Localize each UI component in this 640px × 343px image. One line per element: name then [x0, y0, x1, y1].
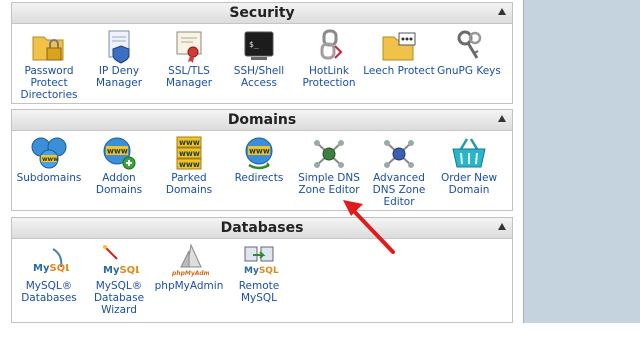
databases-header[interactable]: Databases	[12, 218, 512, 239]
ip-deny-manager-item[interactable]: IP Deny Manager	[82, 24, 156, 89]
gnupg-keys-item[interactable]: GnuPG Keys	[432, 24, 506, 77]
www-add-icon: www	[103, 137, 136, 170]
svg-text:www: www	[249, 147, 270, 156]
security-title: Security	[229, 5, 295, 21]
parked-domains-item[interactable]: www www www Parked Domains	[152, 131, 226, 196]
mysql-databases-item[interactable]: MySQL MySQL® Databases	[12, 239, 86, 304]
svg-text:phpMyAdmin: phpMyAdmin	[171, 270, 209, 277]
svg-text:www: www	[107, 147, 128, 156]
ssh-shell-access-item[interactable]: $_ SSH/Shell Access	[222, 24, 296, 89]
security-panel: Security Password Protect Directories IP…	[11, 2, 513, 104]
svg-text:MySQL: MySQL	[103, 265, 139, 276]
shopping-basket-icon	[452, 138, 486, 168]
phpmyadmin-item[interactable]: phpMyAdmin phpMyAdmin	[152, 239, 226, 292]
svg-text:www: www	[179, 138, 200, 147]
document-shield-icon	[108, 30, 130, 64]
addon-domains-item[interactable]: www Addon Domains	[82, 131, 156, 196]
phpmyadmin-sail-icon: phpMyAdmin	[171, 243, 209, 277]
svg-text:www: www	[179, 149, 200, 158]
password-protect-directories-item[interactable]: Password Protect Directories	[12, 24, 86, 101]
item-label: Subdomains	[16, 172, 82, 184]
item-label: Leech Protect	[363, 65, 435, 77]
domains-header[interactable]: Domains	[12, 110, 512, 131]
domains-panel: Domains www Subdomains www Addon Domains	[11, 109, 513, 211]
www-globes-icon: www	[31, 137, 67, 169]
item-label: GnuPG Keys	[437, 65, 501, 77]
databases-title: Databases	[220, 220, 304, 236]
item-label: Remote MySQL	[238, 280, 280, 304]
item-label: HotLink Protection	[302, 65, 356, 89]
folder-leech-icon	[382, 32, 416, 61]
right-side-pane	[523, 0, 640, 323]
item-label: MySQL® Databases	[21, 280, 77, 304]
databases-panel: Databases MySQL MySQL® Databases MySQL M…	[11, 217, 513, 323]
collapse-icon[interactable]	[498, 223, 506, 230]
security-header[interactable]: Security	[12, 3, 512, 24]
redirects-item[interactable]: www Redirects	[222, 131, 296, 184]
leech-protect-item[interactable]: Leech Protect	[362, 24, 436, 77]
item-label: phpMyAdmin	[154, 280, 224, 292]
www-redirect-icon: www	[245, 137, 273, 170]
simple-dns-zone-editor-item[interactable]: Simple DNS Zone Editor	[292, 131, 366, 196]
item-label: Order New Domain	[440, 172, 498, 196]
mysql-database-wizard-item[interactable]: MySQL MySQL® Database Wizard	[82, 239, 156, 316]
dns-network-icon	[314, 140, 344, 168]
mysql-dolphin-icon: MySQL	[33, 248, 69, 274]
mysql-wizard-icon: MySQL	[103, 245, 139, 276]
collapse-icon[interactable]	[498, 115, 506, 122]
item-label: Addon Domains	[95, 172, 143, 196]
order-new-domain-item[interactable]: Order New Domain	[432, 131, 506, 196]
www-parked-icon: www www www	[176, 136, 202, 170]
remote-mysql-icon: MySQL	[244, 246, 279, 276]
folder-lock-icon	[32, 36, 64, 61]
terminal-icon: $_	[244, 31, 274, 60]
item-label: Redirects	[234, 172, 284, 184]
hotlink-protection-item[interactable]: HotLink Protection	[292, 24, 366, 89]
annotation-arrow-icon	[343, 200, 395, 254]
svg-text:MySQL: MySQL	[244, 266, 279, 276]
svg-text:www: www	[179, 160, 200, 169]
domains-title: Domains	[227, 112, 297, 128]
item-label: SSL/TLS Manager	[165, 65, 213, 89]
ssl-tls-manager-item[interactable]: SSL/TLS Manager	[152, 24, 226, 89]
keys-icon	[457, 30, 482, 59]
item-label: IP Deny Manager	[95, 65, 143, 89]
item-label: MySQL® Database Wizard	[93, 280, 145, 316]
remote-mysql-item[interactable]: MySQL Remote MySQL	[222, 239, 296, 304]
certificate-ribbon-icon	[176, 31, 202, 63]
item-label: Parked Domains	[165, 172, 213, 196]
svg-text:$_: $_	[249, 40, 259, 49]
svg-text:www: www	[42, 156, 59, 163]
item-label: SSH/Shell Access	[233, 65, 285, 89]
item-label: Password Protect Directories	[20, 65, 78, 101]
svg-text:MySQL: MySQL	[33, 263, 69, 274]
collapse-icon[interactable]	[498, 8, 506, 15]
subdomains-item[interactable]: www Subdomains	[12, 131, 86, 184]
chain-link-icon	[320, 29, 343, 60]
dns-network-advanced-icon	[384, 140, 414, 168]
